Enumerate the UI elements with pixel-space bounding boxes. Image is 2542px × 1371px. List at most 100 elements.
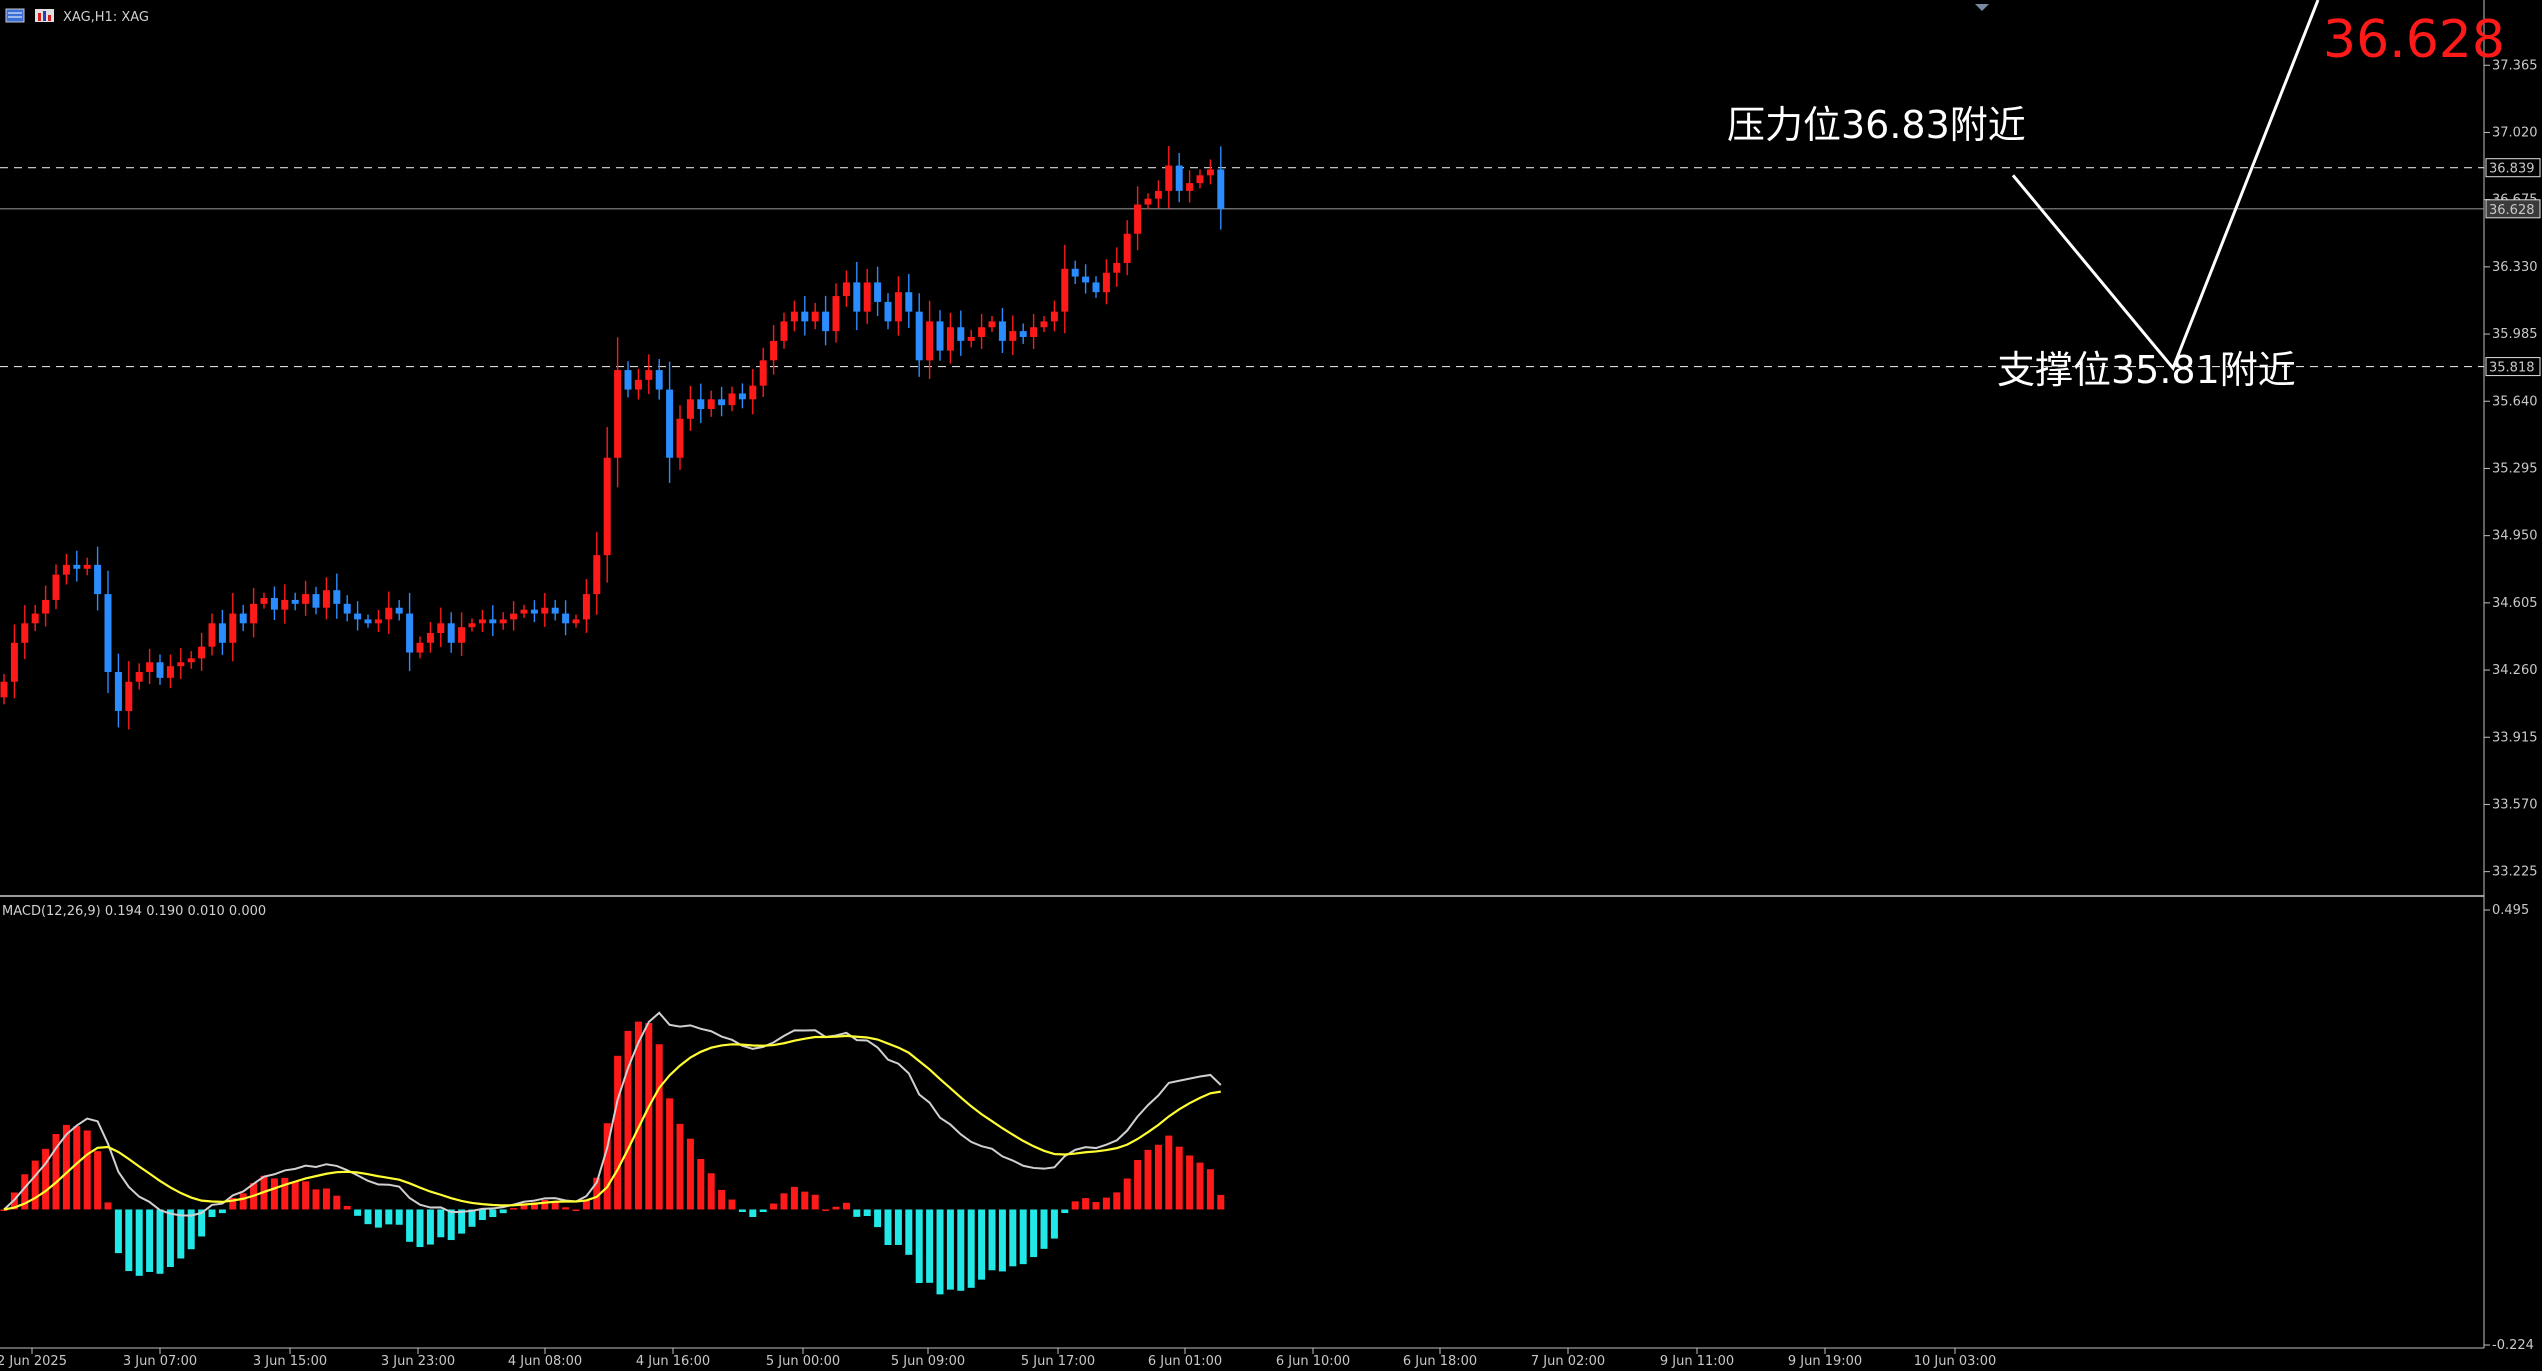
macd-bar-negative (874, 1209, 882, 1228)
candle-bull (946, 327, 954, 351)
price-tick-label: 34.260 (2492, 663, 2538, 678)
one-click-trading-icon[interactable] (35, 9, 54, 22)
time-tick-label: 6 Jun 01:00 (1148, 1354, 1222, 1369)
candle-bear (562, 613, 570, 624)
current-price-annotation: 36.628 (2323, 10, 2505, 70)
time-tick-label: 5 Jun 17:00 (1021, 1354, 1095, 1369)
price-tick-label: 35.295 (2492, 461, 2538, 476)
macd-bar-positive (1082, 1198, 1090, 1210)
macd-bar-positive (770, 1203, 778, 1210)
macd-bar-positive (718, 1189, 726, 1210)
macd-bar-positive (645, 1023, 653, 1210)
macd-bar-negative (468, 1209, 476, 1227)
chart-background (0, 0, 2542, 1371)
macd-bar-positive (1144, 1149, 1152, 1210)
candle-bear (697, 399, 705, 410)
macd-bar-positive (1092, 1202, 1100, 1210)
candle-bull (728, 393, 736, 406)
candle-bull (572, 619, 580, 624)
candle-bear (998, 321, 1006, 341)
candle-bull (780, 321, 788, 341)
candle-bull (1050, 311, 1058, 322)
macd-bar-negative (114, 1209, 122, 1254)
candle-bull (520, 609, 528, 614)
candle-bull (842, 282, 850, 297)
macd-bar-negative (499, 1209, 507, 1214)
macd-bar-negative (489, 1209, 497, 1218)
macd-bar-positive (104, 1202, 112, 1210)
candle-bull (281, 599, 289, 610)
time-tick-label: 9 Jun 11:00 (1660, 1354, 1734, 1369)
macd-bar-negative (998, 1209, 1006, 1272)
price-tick-label: 36.330 (2492, 260, 2538, 275)
macd-bar-negative (738, 1209, 746, 1212)
candle-bull (1113, 262, 1121, 273)
candle-bull (1154, 190, 1162, 199)
candle-bull (811, 311, 819, 322)
time-tick-label: 9 Jun 19:00 (1788, 1354, 1862, 1369)
time-tick-label: 6 Jun 18:00 (1403, 1354, 1477, 1369)
macd-bar-negative (967, 1209, 975, 1288)
candle-bull (250, 603, 258, 624)
candle-bear (884, 301, 892, 322)
candle-bull (1196, 175, 1204, 184)
candle-bull (863, 282, 871, 312)
macd-bar-positive (1134, 1159, 1142, 1210)
time-tick-label: 4 Jun 08:00 (508, 1354, 582, 1369)
candle-bull (894, 292, 902, 322)
candle-bull (187, 658, 195, 663)
macd-bar-positive (42, 1148, 50, 1210)
macd-bar-positive (1123, 1178, 1131, 1210)
candle-bull (416, 642, 424, 653)
candle-bull (749, 385, 757, 400)
candle-bull (967, 336, 975, 341)
candle-bear (406, 613, 414, 653)
candle-bull (790, 311, 798, 322)
candle-bear (73, 564, 81, 569)
candle-bull (83, 564, 91, 569)
candle-bull (177, 662, 185, 667)
candle-bull (634, 379, 642, 390)
candle-bear (801, 311, 809, 322)
candle-bull (499, 619, 507, 624)
macd-bar-negative (364, 1209, 372, 1225)
chart-menu-icon[interactable] (5, 8, 25, 23)
candle-bear (1019, 331, 1027, 337)
candle-bear (489, 619, 497, 624)
macd-bar-positive (676, 1123, 684, 1210)
macd-bar-negative (156, 1209, 164, 1274)
macd-bar-positive (333, 1195, 341, 1210)
macd-bar-positive (1113, 1192, 1121, 1210)
candle-bull (1186, 183, 1194, 191)
candle-bull (926, 321, 934, 361)
candle-bear (94, 564, 102, 595)
candle-bull (468, 623, 476, 628)
macd-bar-positive (1071, 1201, 1079, 1210)
macd-bar-negative (1050, 1209, 1058, 1239)
macd-bar-positive (1102, 1197, 1110, 1210)
macd-bar-negative (749, 1209, 757, 1218)
chart-title: XAG,H1: XAG (63, 10, 149, 25)
macd-bar-positive (666, 1098, 674, 1210)
macd-bar-positive (270, 1178, 278, 1210)
time-tick-label: 10 Jun 03:00 (1914, 1354, 1997, 1369)
candle-bear (104, 594, 112, 672)
candle-bull (21, 623, 29, 643)
candle-bull (385, 607, 393, 620)
trading-chart[interactable]: XAG,H1: XAG 37.36537.02036.67536.33035.9… (0, 0, 2542, 1371)
macd-bar-negative (863, 1209, 871, 1217)
macd-bar-positive (780, 1193, 788, 1210)
macd-bar-positive (31, 1160, 39, 1210)
price-marker-label: 35.818 (2489, 361, 2535, 376)
candle-bull (1030, 327, 1038, 337)
macd-bar-negative (166, 1209, 174, 1268)
macd-bar-positive (562, 1207, 570, 1210)
time-tick-label: 3 Jun 07:00 (123, 1354, 197, 1369)
macd-bar-positive (801, 1191, 809, 1210)
candle-bear (218, 623, 226, 643)
candle-bear (738, 393, 746, 400)
macd-bar-negative (478, 1209, 486, 1221)
candle-bear (666, 389, 674, 458)
macd-bar-negative (385, 1209, 393, 1225)
candle-bear (915, 311, 923, 361)
